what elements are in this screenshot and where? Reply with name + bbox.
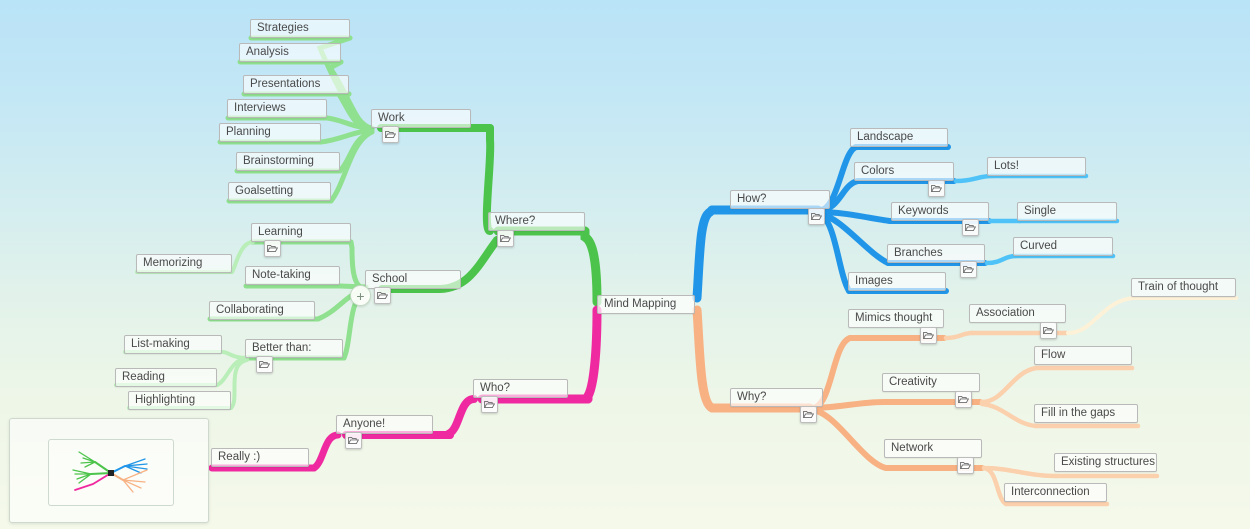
mindmap-node-goalsetting[interactable]: Goalsetting <box>228 182 331 201</box>
collapse-toggle-branches[interactable] <box>960 261 977 278</box>
collapse-toggle-colors[interactable] <box>928 180 945 197</box>
node-label: Train of thought <box>1138 281 1219 293</box>
node-label: Landscape <box>857 131 914 143</box>
collapse-toggle-how[interactable] <box>808 208 825 225</box>
node-label: Who? <box>480 382 511 394</box>
node-label: Network <box>891 442 934 454</box>
node-label: Flow <box>1041 349 1066 361</box>
node-label: Learning <box>258 226 303 238</box>
minimap-panel[interactable] <box>9 418 209 523</box>
node-label: Creativity <box>889 376 937 388</box>
mindmap-node-single[interactable]: Single <box>1017 202 1117 221</box>
node-label: Memorizing <box>143 257 203 269</box>
mindmap-node-mimics-thought[interactable]: Mimics thought <box>848 309 944 328</box>
node-label: How? <box>737 193 767 205</box>
mindmap-node-collaborating[interactable]: Collaborating <box>209 301 315 320</box>
mindmap-node-curved[interactable]: Curved <box>1013 237 1113 256</box>
mindmap-node-train-of-thought[interactable]: Train of thought <box>1131 278 1236 297</box>
node-label: School <box>372 273 408 285</box>
mindmap-node-root[interactable]: Mind Mapping <box>597 295 695 314</box>
collapse-toggle-creativity[interactable] <box>955 391 972 408</box>
node-label: Interconnection <box>1011 486 1090 498</box>
mindmap-node-note-taking[interactable]: Note-taking <box>245 266 340 285</box>
mindmap-node-presentations[interactable]: Presentations <box>243 75 349 94</box>
node-label: Keywords <box>898 205 949 217</box>
add-node-button-school[interactable]: + <box>350 285 371 306</box>
mindmap-node-why[interactable]: Why? <box>730 388 823 407</box>
node-label: Mimics thought <box>855 312 933 324</box>
mindmap-node-memorizing[interactable]: Memorizing <box>136 254 232 273</box>
node-label: List-making <box>131 338 190 350</box>
mindmap-node-planning[interactable]: Planning <box>219 123 321 142</box>
collapse-toggle-network[interactable] <box>957 457 974 474</box>
node-label: Brainstorming <box>243 155 314 167</box>
mindmap-node-landscape[interactable]: Landscape <box>850 128 948 147</box>
mindmap-node-images[interactable]: Images <box>848 272 946 291</box>
mindmap-node-flow[interactable]: Flow <box>1034 346 1132 365</box>
node-label: Interviews <box>234 102 286 114</box>
node-label: Lots! <box>994 160 1019 172</box>
collapse-toggle-anyone[interactable] <box>345 432 362 449</box>
mindmap-node-association[interactable]: Association <box>969 304 1066 323</box>
node-label: Mind Mapping <box>604 298 677 310</box>
mindmap-node-interconnection[interactable]: Interconnection <box>1004 483 1107 502</box>
collapse-toggle-learning[interactable] <box>264 240 281 257</box>
node-label: Existing structures <box>1061 456 1155 468</box>
mindmap-node-interviews[interactable]: Interviews <box>227 99 327 118</box>
node-label: Note-taking <box>252 269 311 281</box>
collapse-toggle-keywords[interactable] <box>962 219 979 236</box>
node-label: Why? <box>737 391 767 403</box>
mindmap-node-analysis[interactable]: Analysis <box>239 43 341 62</box>
node-label: Better than: <box>252 342 312 354</box>
collapse-toggle-association[interactable] <box>1040 322 1057 339</box>
mindmap-node-list-making[interactable]: List-making <box>124 335 222 354</box>
mindmap-node-brainstorming[interactable]: Brainstorming <box>236 152 340 171</box>
node-label: Really :) <box>218 451 261 463</box>
node-label: Strategies <box>257 22 309 34</box>
collapse-toggle-who[interactable] <box>481 396 498 413</box>
collapse-toggle-why[interactable] <box>800 406 817 423</box>
node-label: Branches <box>894 247 943 259</box>
mindmap-node-fill-gaps[interactable]: Fill in the gaps <box>1034 404 1138 423</box>
node-label: Collaborating <box>216 304 284 316</box>
mindmap-node-how[interactable]: How? <box>730 190 830 209</box>
node-label: Anyone! <box>343 418 386 430</box>
collapse-toggle-school[interactable] <box>374 287 391 304</box>
minimap-thumbnail <box>72 451 148 493</box>
node-label: Presentations <box>250 78 321 90</box>
node-label: Where? <box>495 215 536 227</box>
mindmap-node-creativity[interactable]: Creativity <box>882 373 980 392</box>
mindmap-node-lots[interactable]: Lots! <box>987 157 1086 176</box>
node-label: Curved <box>1020 240 1058 252</box>
mindmap-node-reading[interactable]: Reading <box>115 368 217 387</box>
node-label: Fill in the gaps <box>1041 407 1116 419</box>
mindmap-node-network[interactable]: Network <box>884 439 982 458</box>
mindmap-node-where[interactable]: Where? <box>488 212 585 231</box>
collapse-toggle-mimics-thought[interactable] <box>920 327 937 344</box>
mindmap-node-colors[interactable]: Colors <box>854 162 954 181</box>
node-label: Colors <box>861 165 895 177</box>
node-label: Association <box>976 307 1035 319</box>
mindmap-node-really[interactable]: Really :) <box>211 448 309 467</box>
mindmap-node-existing[interactable]: Existing structures <box>1054 453 1157 472</box>
mindmap-node-highlighting[interactable]: Highlighting <box>128 391 231 410</box>
collapse-toggle-where[interactable] <box>497 230 514 247</box>
node-label: Planning <box>226 126 271 138</box>
node-label: Goalsetting <box>235 185 294 197</box>
node-label: Single <box>1024 205 1056 217</box>
collapse-toggle-better-than[interactable] <box>256 356 273 373</box>
mindmap-canvas[interactable]: Mind Mapping Where? Work Strategies Analysis… <box>0 0 1250 529</box>
node-label: Reading <box>122 371 165 383</box>
node-label: Images <box>855 275 893 287</box>
node-label: Analysis <box>246 46 289 58</box>
node-label: Highlighting <box>135 394 196 406</box>
mindmap-node-strategies[interactable]: Strategies <box>250 19 350 38</box>
minimap-viewport[interactable] <box>48 439 174 506</box>
collapse-toggle-work[interactable] <box>382 126 399 143</box>
node-label: Work <box>378 112 405 124</box>
